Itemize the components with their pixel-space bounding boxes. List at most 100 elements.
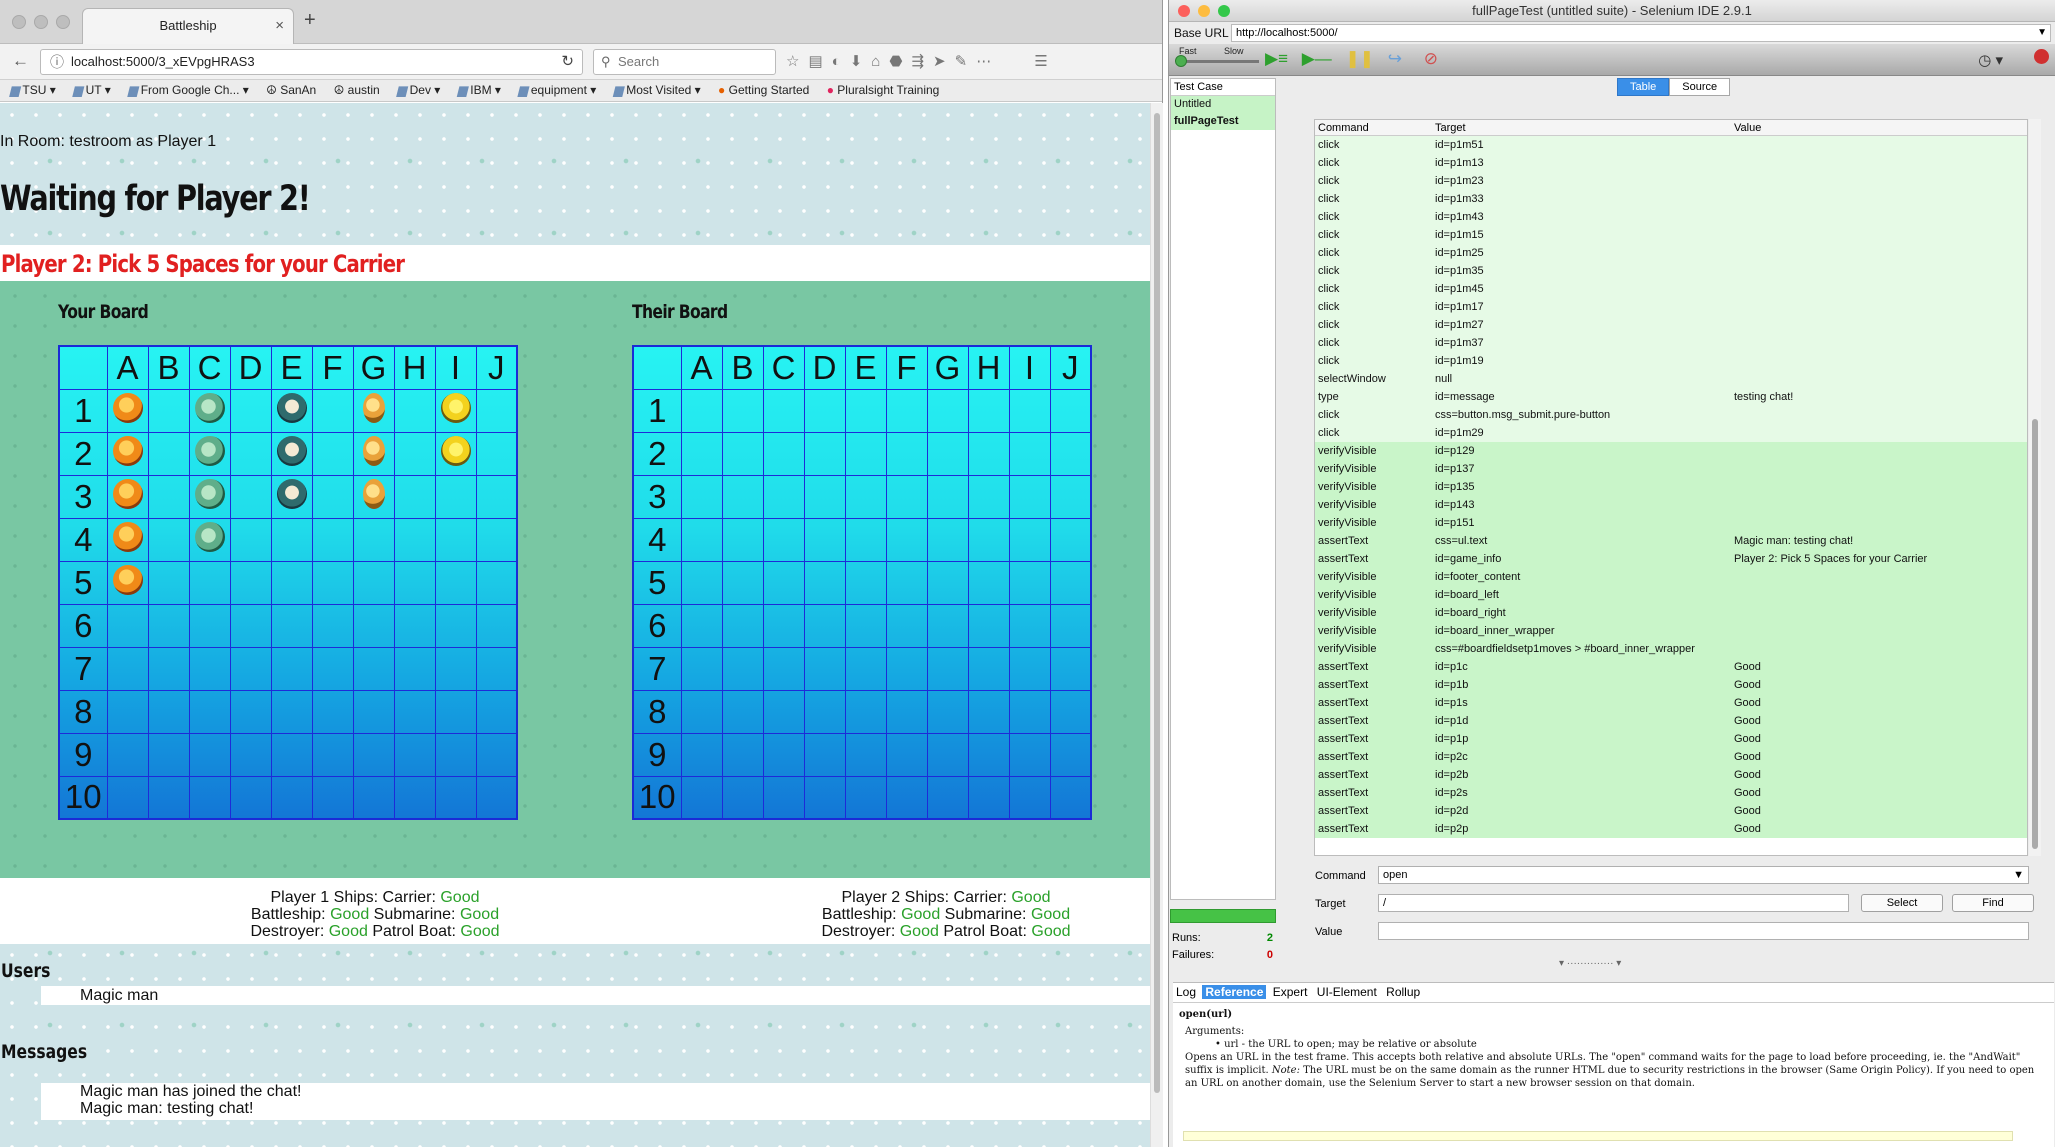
back-icon[interactable]: ← [12,51,29,71]
bookmark-folder-ut[interactable]: ▆ UT ▾ [73,83,111,97]
command-row[interactable]: click id=p1m23 [1315,172,2027,190]
board-cell[interactable] [762,689,805,734]
board-cell[interactable] [721,431,764,476]
board-cell[interactable] [188,560,231,605]
board-cell[interactable] [352,603,395,648]
board-cell[interactable] [434,775,477,820]
board-cell[interactable] [106,474,149,519]
board-cell[interactable] [1049,560,1092,605]
board-cell[interactable] [229,474,272,519]
command-row[interactable]: type id=message testing chat! [1315,388,2027,406]
board-cell[interactable] [885,474,928,519]
board-cell[interactable] [885,388,928,433]
board-cell[interactable] [229,431,272,476]
reload-icon[interactable]: ↻ [561,50,574,74]
bookmark-folder-ibm[interactable]: ▆ IBM ▾ [458,83,501,97]
board-cell[interactable] [844,431,887,476]
board-cell[interactable] [311,775,354,820]
board-cell[interactable] [844,732,887,777]
board-cell[interactable] [188,388,231,433]
board-cell[interactable] [926,732,969,777]
command-select[interactable]: open ▼ [1378,866,2029,884]
board-cell[interactable] [188,646,231,691]
command-row[interactable]: verifyVisible id=p135 [1315,478,2027,496]
schedule-clock-icon[interactable]: ◷ ▾ [1978,51,2003,69]
tab-log[interactable]: Log [1173,985,1199,999]
board-cell[interactable] [188,775,231,820]
play-testcase-icon[interactable]: ▶— [1302,49,1332,68]
board-cell[interactable] [229,646,272,691]
board-cell[interactable] [680,603,723,648]
board-cell[interactable] [393,732,436,777]
command-row[interactable]: assertText css=ul.text Magic man: testing … [1315,532,2027,550]
board-cell[interactable] [1049,474,1092,519]
board-cell[interactable] [1049,646,1092,691]
board-cell[interactable] [762,646,805,691]
find-button[interactable]: Find [1952,894,2034,912]
screenshot-icon[interactable]: ✎ [955,53,977,70]
board-cell[interactable] [762,775,805,820]
board-cell[interactable] [967,560,1010,605]
testcase-item-untitled[interactable]: Untitled [1171,96,1275,113]
board-cell[interactable] [270,775,313,820]
select-button[interactable]: Select [1861,894,1943,912]
adblock-icon[interactable]: ⬣ [889,53,911,70]
command-row[interactable]: assertText id=game_info Player 2: Pick 5 S… [1315,550,2027,568]
bookmark-getting-started[interactable]: ● Getting Started [718,83,809,97]
board-cell[interactable] [721,388,764,433]
board-cell[interactable] [106,732,149,777]
tab-reference[interactable]: Reference [1202,985,1267,999]
board-cell[interactable] [434,646,477,691]
board-cell[interactable] [188,732,231,777]
board-cell[interactable] [762,732,805,777]
bookmark-sanan[interactable]: ☮ SanAn [266,83,316,97]
board-cell[interactable] [1049,732,1092,777]
scrollbar-thumb[interactable] [2032,419,2038,849]
target-input[interactable]: / [1378,894,1849,912]
dropdown-arrow-icon[interactable]: ▼ [2037,25,2047,41]
search-input[interactable]: ⚲ Search [593,49,776,75]
board-cell[interactable] [434,517,477,562]
board-cell[interactable] [926,646,969,691]
board-cell[interactable] [393,603,436,648]
board-cell[interactable] [885,603,928,648]
command-row[interactable]: click id=p1m43 [1315,208,2027,226]
board-cell[interactable] [721,603,764,648]
board-cell[interactable] [885,560,928,605]
board-cell[interactable] [762,474,805,519]
board-cell[interactable] [1008,560,1051,605]
board-cell[interactable] [1008,775,1051,820]
tab-table[interactable]: Table [1617,78,1670,96]
board-cell[interactable] [926,775,969,820]
command-row[interactable]: assertText id=p1p Good [1315,730,2027,748]
value-input[interactable] [1378,922,2029,940]
board-cell[interactable] [926,517,969,562]
board-cell[interactable] [721,689,764,734]
board-cell[interactable] [885,775,928,820]
command-row[interactable]: click id=p1m27 [1315,316,2027,334]
board-cell[interactable] [188,431,231,476]
board-cell[interactable] [434,388,477,433]
board-cell[interactable] [475,517,518,562]
board-cell[interactable] [147,646,190,691]
board-cell[interactable] [270,646,313,691]
board-cell[interactable] [352,388,395,433]
board-cell[interactable] [680,431,723,476]
board-cell[interactable] [106,603,149,648]
home-icon[interactable]: ⌂ [871,53,889,70]
command-row[interactable]: verifyVisible id=board_inner_wrapper [1315,622,2027,640]
board-cell[interactable] [106,388,149,433]
download-icon[interactable]: ⬇ [850,53,872,70]
command-row[interactable]: assertText id=p1b Good [1315,676,2027,694]
bookmark-folder-equipment[interactable]: ▆ equipment ▾ [518,83,596,97]
command-table-scrollbar[interactable] [2029,119,2041,856]
reading-list-icon[interactable]: ▤ [808,53,831,70]
command-row[interactable]: click id=p1m25 [1315,244,2027,262]
board-cell[interactable] [926,388,969,433]
pause-icon[interactable]: ❚❚ [1346,49,1375,68]
ide-close-button[interactable] [1178,5,1190,17]
command-row[interactable]: click id=p1m19 [1315,352,2027,370]
bookmark-folder-dev[interactable]: ▆ Dev ▾ [397,83,440,97]
board-cell[interactable] [967,474,1010,519]
board-cell[interactable] [1008,732,1051,777]
